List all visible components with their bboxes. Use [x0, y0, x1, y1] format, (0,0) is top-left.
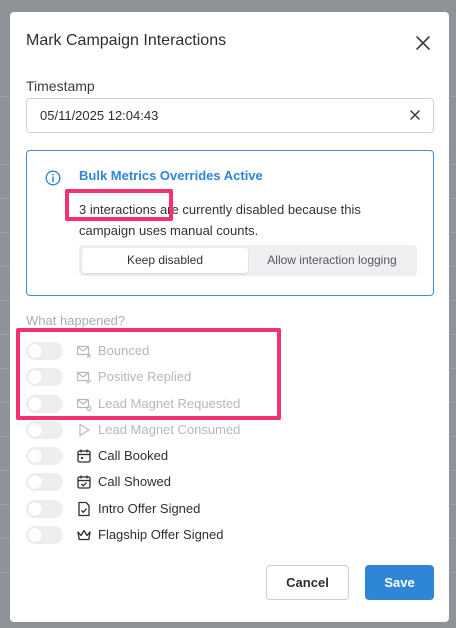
- call-booked-toggle[interactable]: [26, 447, 63, 465]
- interaction-row-call-showed: Call Showed: [26, 471, 406, 493]
- interaction-label: Lead Magnet Consumed: [98, 422, 241, 437]
- save-button[interactable]: Save: [365, 565, 434, 600]
- interaction-label: Intro Offer Signed: [98, 501, 201, 516]
- play-icon: [79, 423, 90, 437]
- dialog-title: Mark Campaign Interactions: [26, 32, 227, 49]
- calendar-icon: [77, 449, 91, 463]
- mark-interactions-dialog: Mark Campaign Interactions Timestamp Bul…: [10, 12, 449, 622]
- intro-offer-signed-toggle[interactable]: [26, 500, 63, 518]
- count-highlight: [65, 189, 173, 221]
- clear-timestamp-icon[interactable]: [408, 108, 422, 122]
- lead-magnet-consumed-toggle[interactable]: [26, 421, 63, 439]
- interaction-row-flagship-offer-signed: Flagship Offer Signed: [26, 524, 406, 546]
- interaction-row-intro-offer-signed: Intro Offer Signed: [26, 498, 406, 520]
- file-signature-icon: [78, 501, 90, 517]
- interaction-row-lead-magnet-consumed: Lead Magnet Consumed: [26, 419, 406, 441]
- timestamp-input[interactable]: [26, 98, 434, 133]
- alert-title: Bulk Metrics Overrides Active: [79, 168, 263, 183]
- crown-icon: [77, 529, 91, 541]
- close-icon[interactable]: [414, 34, 432, 52]
- flagship-offer-signed-toggle[interactable]: [26, 526, 63, 544]
- call-showed-toggle[interactable]: [26, 473, 63, 491]
- override-mode-selector: Keep disabled Allow interaction logging: [79, 245, 417, 276]
- bulk-overrides-alert: Bulk Metrics Overrides Active 3 interact…: [26, 150, 434, 296]
- interaction-label: Flagship Offer Signed: [98, 527, 224, 542]
- keep-disabled-option[interactable]: Keep disabled: [82, 248, 248, 273]
- cancel-button[interactable]: Cancel: [266, 565, 349, 600]
- interaction-label: Call Booked: [98, 448, 169, 463]
- timestamp-label: Timestamp: [26, 78, 95, 94]
- what-happened-label: What happened?: [26, 313, 126, 328]
- info-icon: [45, 170, 61, 186]
- interaction-label: Call Showed: [98, 474, 171, 489]
- allow-logging-option[interactable]: Allow interaction logging: [251, 248, 413, 273]
- disabled-rows-highlight: [16, 328, 281, 420]
- interaction-row-call-booked: Call Booked: [26, 445, 406, 467]
- calendar-check-icon: [77, 475, 91, 489]
